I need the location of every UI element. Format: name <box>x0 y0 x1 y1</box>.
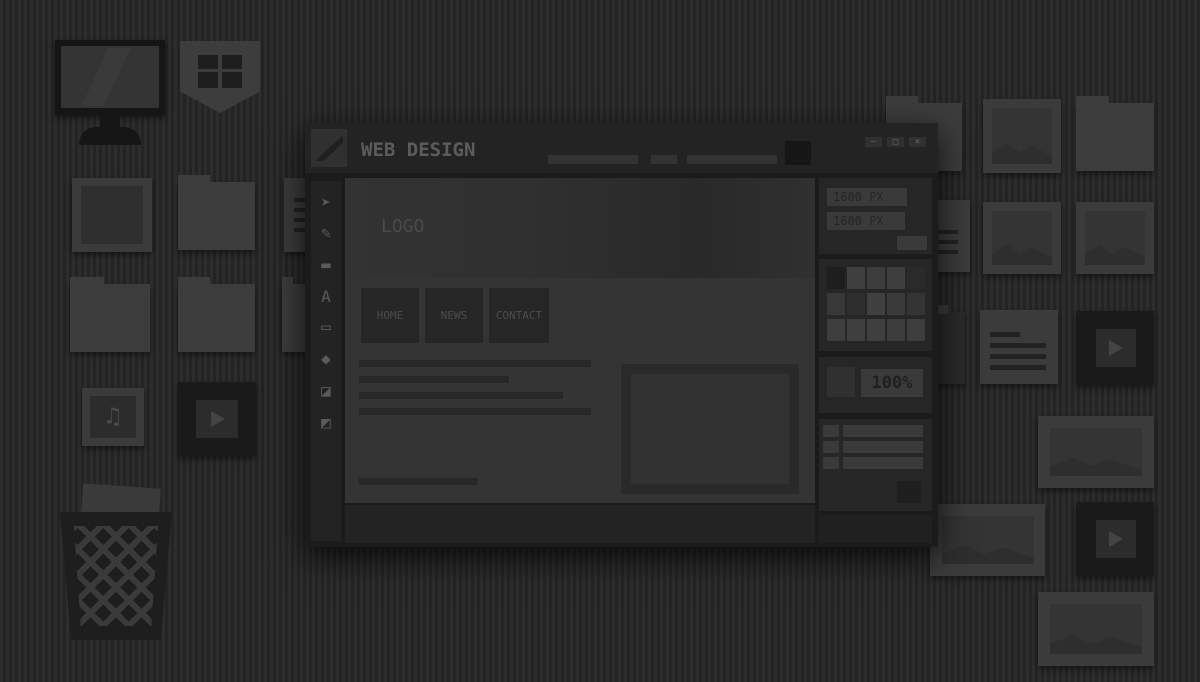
mockup-nav-news[interactable]: NEWS <box>425 288 483 343</box>
layer-row[interactable] <box>823 441 839 453</box>
color-swatch[interactable] <box>887 293 905 315</box>
layer-row[interactable] <box>843 425 923 437</box>
folder-icon[interactable] <box>178 277 255 352</box>
image-file-icon[interactable] <box>1038 592 1154 666</box>
menu-bar-item[interactable] <box>651 155 677 164</box>
menu-bar-item[interactable] <box>687 155 777 164</box>
text-placeholder-line <box>359 376 509 383</box>
swatches-panel <box>819 259 932 351</box>
folder-icon[interactable] <box>70 277 150 352</box>
text-placeholder-line <box>359 408 591 415</box>
color-preview-box[interactable] <box>785 141 811 165</box>
image-file-icon[interactable] <box>983 202 1061 274</box>
minimize-button[interactable]: — <box>865 137 882 147</box>
folder-icon[interactable] <box>1076 96 1154 171</box>
image-placeholder <box>621 364 799 494</box>
text-tool-icon[interactable]: A <box>314 285 338 309</box>
monitor-icon[interactable] <box>55 40 167 146</box>
app-logo-icon <box>311 129 347 167</box>
web-design-window: WEB DESIGN — □ ✕ ➤ ✎ ▬ A ▭ ◆ ◪ ◩ LOGO HO… <box>305 123 938 547</box>
eraser-icon[interactable]: ◪ <box>314 379 338 403</box>
shield-icon[interactable] <box>180 41 260 113</box>
mockup-header: LOGO <box>345 178 815 278</box>
zoom-thumbnail[interactable] <box>827 367 855 397</box>
image-file-icon[interactable] <box>72 178 152 252</box>
color-swatch[interactable] <box>867 319 885 341</box>
layer-row[interactable] <box>843 441 923 453</box>
layer-delete-button[interactable] <box>897 481 921 503</box>
pen-nib-icon[interactable]: ◆ <box>314 347 338 371</box>
color-swatch[interactable] <box>847 319 865 341</box>
text-placeholder-line <box>359 478 477 485</box>
layer-row[interactable] <box>823 425 839 437</box>
color-swatch[interactable] <box>847 267 865 289</box>
rectangle-fill-icon[interactable]: ▬ <box>314 253 338 277</box>
mockup-nav-home[interactable]: HOME <box>361 288 419 343</box>
toolbox: ➤ ✎ ▬ A ▭ ◆ ◪ ◩ <box>311 181 341 541</box>
mockup-nav-contact[interactable]: CONTACT <box>489 288 549 343</box>
menu-bar-item[interactable] <box>548 155 638 164</box>
close-button[interactable]: ✕ <box>909 137 926 147</box>
image-file-icon[interactable] <box>1038 416 1154 488</box>
trash-bin-icon[interactable] <box>60 483 175 642</box>
layers-panel <box>819 419 932 511</box>
layer-row[interactable] <box>823 457 839 469</box>
color-swatch[interactable] <box>867 267 885 289</box>
color-swatch[interactable] <box>827 267 845 289</box>
mockup-logo: LOGO <box>381 216 425 237</box>
color-swatch[interactable] <box>827 293 845 315</box>
color-swatch[interactable] <box>887 267 905 289</box>
pencil-icon[interactable]: ✎ <box>314 221 338 245</box>
image-file-icon[interactable] <box>983 99 1061 173</box>
color-swap-icon[interactable]: ◩ <box>314 411 338 435</box>
color-swatch[interactable] <box>907 293 925 315</box>
color-swatch[interactable] <box>827 319 845 341</box>
apply-button[interactable] <box>897 236 927 250</box>
video-file-icon[interactable] <box>178 382 256 456</box>
rectangle-outline-icon[interactable]: ▭ <box>314 315 338 339</box>
zoom-panel: 100% <box>819 357 932 413</box>
video-file-icon[interactable] <box>1076 311 1154 385</box>
document-icon[interactable] <box>980 310 1058 384</box>
color-swatch[interactable] <box>907 267 925 289</box>
folder-icon[interactable] <box>178 175 255 250</box>
height-field[interactable]: 1600 PX <box>827 212 905 230</box>
color-swatch[interactable] <box>847 293 865 315</box>
color-swatch[interactable] <box>887 319 905 341</box>
layer-row[interactable] <box>843 457 923 469</box>
music-file-icon[interactable]: ♫ <box>82 388 144 446</box>
zoom-level[interactable]: 100% <box>861 369 923 397</box>
maximize-button[interactable]: □ <box>887 137 904 147</box>
color-swatch[interactable] <box>907 319 925 341</box>
window-title: WEB DESIGN <box>361 139 476 161</box>
select-arrow-icon[interactable]: ➤ <box>314 191 338 215</box>
image-file-icon[interactable] <box>1076 202 1154 274</box>
width-field[interactable]: 1600 PX <box>827 188 907 206</box>
image-file-icon[interactable] <box>930 504 1045 576</box>
video-file-icon[interactable] <box>1076 502 1154 576</box>
properties-panel: 1600 PX 1600 PX <box>819 178 932 254</box>
text-placeholder-line <box>359 392 563 399</box>
design-canvas[interactable]: LOGO HOME NEWS CONTACT <box>345 178 815 503</box>
title-bar[interactable]: WEB DESIGN — □ ✕ <box>305 123 938 173</box>
folder-icon[interactable] <box>935 305 965 384</box>
color-swatch[interactable] <box>867 293 885 315</box>
panel-footer <box>819 515 932 543</box>
status-bar <box>345 505 815 543</box>
text-placeholder-line <box>359 360 591 367</box>
